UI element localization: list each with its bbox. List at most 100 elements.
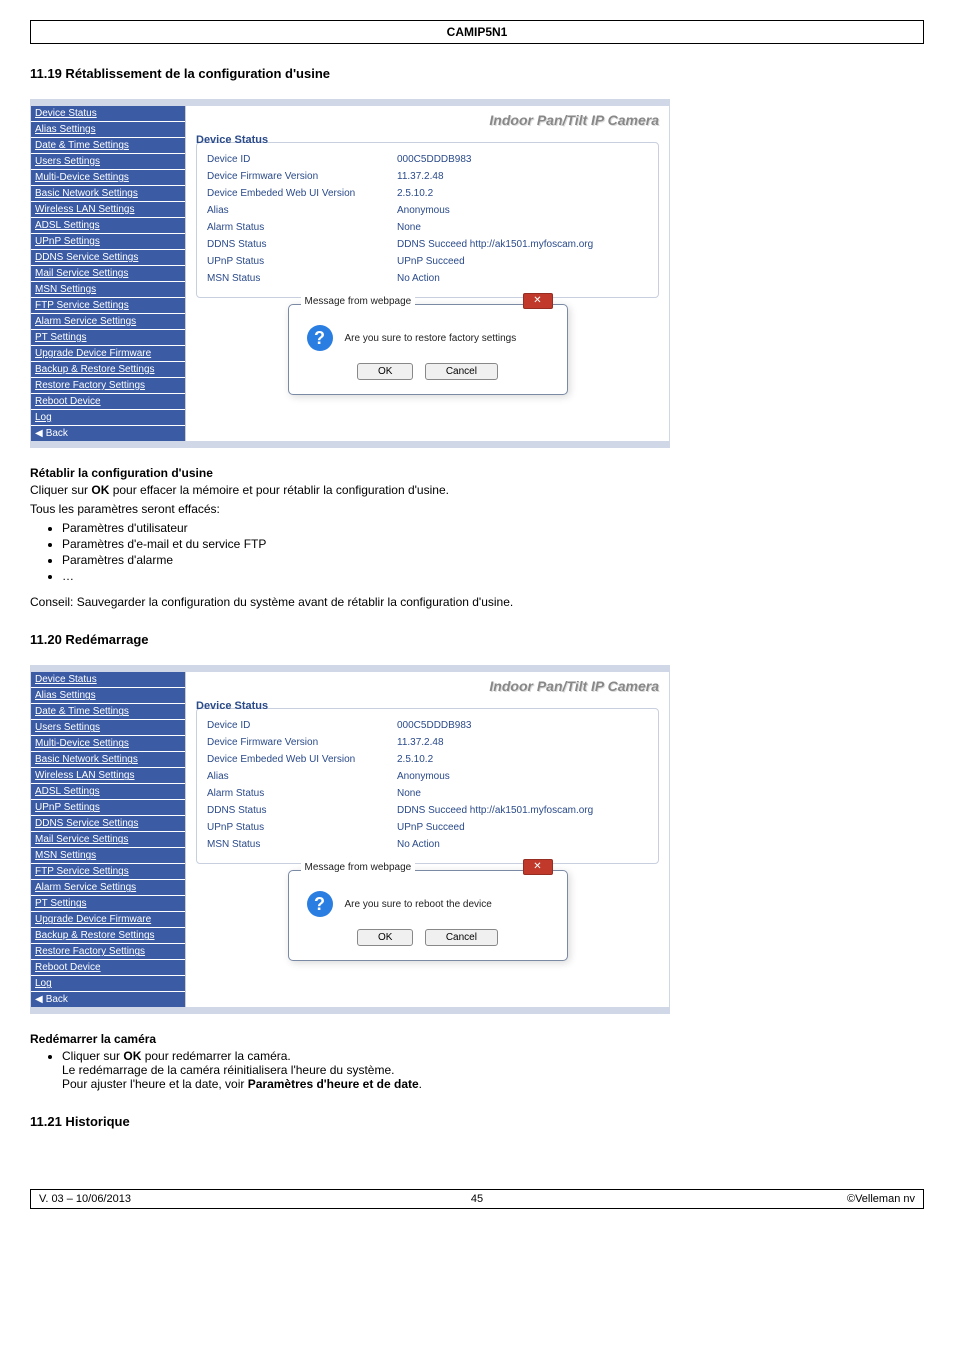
- row-val: 000C5DDDB983: [397, 720, 648, 731]
- sidebar-item-device-status[interactable]: Device Status: [31, 106, 185, 122]
- sidebar-item-alarm[interactable]: Alarm Service Settings: [31, 880, 185, 896]
- sidebar-item-upgrade-firmware[interactable]: Upgrade Device Firmware: [31, 346, 185, 362]
- sidebar-item-backup-restore[interactable]: Backup & Restore Settings: [31, 362, 185, 378]
- sidebar-back-label: Back: [46, 994, 68, 1005]
- sidebar-item-device-status[interactable]: Device Status: [31, 672, 185, 688]
- row-key: MSN Status: [207, 273, 397, 284]
- dialog-title: Message from webpage: [301, 862, 416, 873]
- main-panel: Indoor Pan/Tilt IP Camera Device Status …: [186, 672, 669, 1007]
- ok-button[interactable]: OK: [357, 929, 413, 946]
- main-panel: Indoor Pan/Tilt IP Camera Device Status …: [186, 106, 669, 441]
- row-val: DDNS Succeed http://ak1501.myfoscam.org: [397, 805, 648, 816]
- sidebar-item-wireless-lan[interactable]: Wireless LAN Settings: [31, 768, 185, 784]
- row-key: DDNS Status: [207, 805, 397, 816]
- sidebar-item-pt[interactable]: PT Settings: [31, 896, 185, 912]
- sidebar-item-adsl[interactable]: ADSL Settings: [31, 218, 185, 234]
- row-val: 2.5.10.2: [397, 188, 648, 199]
- sidebar: Device Status Alias Settings Date & Time…: [31, 106, 186, 441]
- table-row: MSN StatusNo Action: [207, 270, 648, 287]
- sidebar-item-backup-restore[interactable]: Backup & Restore Settings: [31, 928, 185, 944]
- ok-button[interactable]: OK: [357, 363, 413, 380]
- page-header-text: CAMIP5N1: [39, 25, 915, 39]
- section-11-20-title: 11.20 Redémarrage: [30, 632, 924, 647]
- sidebar-item-ftp[interactable]: FTP Service Settings: [31, 864, 185, 880]
- row-key: Device Embeded Web UI Version: [207, 754, 397, 765]
- dialog-close-icon[interactable]: ✕: [523, 859, 553, 875]
- row-key: Device Embeded Web UI Version: [207, 188, 397, 199]
- table-row: Device Firmware Version11.37.2.48: [207, 734, 648, 751]
- sidebar-item-pt[interactable]: PT Settings: [31, 330, 185, 346]
- reboot-heading: Redémarrer la caméra: [30, 1032, 924, 1046]
- sidebar-item-upnp[interactable]: UPnP Settings: [31, 234, 185, 250]
- table-row: AliasAnonymous: [207, 202, 648, 219]
- row-val: Anonymous: [397, 205, 648, 216]
- sidebar-item-restore-factory[interactable]: Restore Factory Settings: [31, 944, 185, 960]
- row-key: Alarm Status: [207, 222, 397, 233]
- sidebar-item-date-time[interactable]: Date & Time Settings: [31, 138, 185, 154]
- table-row: DDNS StatusDDNS Succeed http://ak1501.my…: [207, 802, 648, 819]
- confirm-dialog: Message from webpage ✕ ? Are you sure to…: [288, 304, 568, 395]
- sidebar-item-msn[interactable]: MSN Settings: [31, 848, 185, 864]
- row-val: 11.37.2.48: [397, 737, 648, 748]
- row-val: UPnP Succeed: [397, 822, 648, 833]
- row-val: DDNS Succeed http://ak1501.myfoscam.org: [397, 239, 648, 250]
- sidebar-item-adsl[interactable]: ADSL Settings: [31, 784, 185, 800]
- restore-desc2: Tous les paramètres seront effacés:: [30, 501, 924, 518]
- sidebar-item-upnp[interactable]: UPnP Settings: [31, 800, 185, 816]
- cancel-button[interactable]: Cancel: [425, 929, 498, 946]
- table-row: UPnP StatusUPnP Succeed: [207, 819, 648, 836]
- sidebar-item-alias-settings[interactable]: Alias Settings: [31, 122, 185, 138]
- sidebar-item-multi-device[interactable]: Multi-Device Settings: [31, 170, 185, 186]
- sidebar-item-ddns[interactable]: DDNS Service Settings: [31, 816, 185, 832]
- table-row: Alarm StatusNone: [207, 785, 648, 802]
- sidebar-item-reboot[interactable]: Reboot Device: [31, 960, 185, 976]
- sidebar-item-upgrade-firmware[interactable]: Upgrade Device Firmware: [31, 912, 185, 928]
- sidebar-item-users[interactable]: Users Settings: [31, 154, 185, 170]
- sidebar-item-mail[interactable]: Mail Service Settings: [31, 266, 185, 282]
- dialog-message: Are you sure to reboot the device: [345, 899, 492, 910]
- footer-right: ©Velleman nv: [623, 1193, 915, 1205]
- back-arrow-icon: ◀: [35, 428, 43, 439]
- restore-bullets: Paramètres d'utilisateur Paramètres d'e-…: [62, 520, 924, 584]
- sidebar-item-ftp[interactable]: FTP Service Settings: [31, 298, 185, 314]
- sidebar-item-log[interactable]: Log: [31, 976, 185, 992]
- sidebar-item-restore-factory[interactable]: Restore Factory Settings: [31, 378, 185, 394]
- sidebar-item-users[interactable]: Users Settings: [31, 720, 185, 736]
- row-key: MSN Status: [207, 839, 397, 850]
- sidebar-item-basic-network[interactable]: Basic Network Settings: [31, 186, 185, 202]
- table-row: MSN StatusNo Action: [207, 836, 648, 853]
- table-row: Device ID000C5DDDB983: [207, 151, 648, 168]
- sidebar-item-msn[interactable]: MSN Settings: [31, 282, 185, 298]
- sidebar-back[interactable]: ◀ Back: [31, 426, 185, 441]
- sidebar-back-label: Back: [46, 428, 68, 439]
- row-val: None: [397, 222, 648, 233]
- dialog-close-icon[interactable]: ✕: [523, 293, 553, 309]
- sidebar-item-multi-device[interactable]: Multi-Device Settings: [31, 736, 185, 752]
- sidebar-item-log[interactable]: Log: [31, 410, 185, 426]
- sidebar-item-alias-settings[interactable]: Alias Settings: [31, 688, 185, 704]
- cancel-button[interactable]: Cancel: [425, 363, 498, 380]
- sidebar-item-ddns[interactable]: DDNS Service Settings: [31, 250, 185, 266]
- row-val: None: [397, 788, 648, 799]
- reboot-bullets: Cliquer sur OK pour redémarrer la caméra…: [62, 1048, 924, 1092]
- list-item: …: [62, 568, 924, 584]
- sidebar-item-wireless-lan[interactable]: Wireless LAN Settings: [31, 202, 185, 218]
- row-key: DDNS Status: [207, 239, 397, 250]
- sidebar-item-mail[interactable]: Mail Service Settings: [31, 832, 185, 848]
- back-arrow-icon: ◀: [35, 994, 43, 1005]
- sidebar-back[interactable]: ◀ Back: [31, 992, 185, 1007]
- table-row: AliasAnonymous: [207, 768, 648, 785]
- row-val: No Action: [397, 273, 648, 284]
- restore-heading: Rétablir la configuration d'usine: [30, 466, 924, 480]
- sidebar-item-date-time[interactable]: Date & Time Settings: [31, 704, 185, 720]
- sidebar-item-basic-network[interactable]: Basic Network Settings: [31, 752, 185, 768]
- restore-tip: Conseil: Sauvegarder la configuration du…: [30, 594, 924, 611]
- row-val: 000C5DDDB983: [397, 154, 648, 165]
- confirm-dialog: Message from webpage ✕ ? Are you sure to…: [288, 870, 568, 961]
- sidebar-item-alarm[interactable]: Alarm Service Settings: [31, 314, 185, 330]
- device-status-box: Device ID000C5DDDB983 Device Firmware Ve…: [196, 708, 659, 864]
- row-key: Alias: [207, 771, 397, 782]
- row-val: 11.37.2.48: [397, 171, 648, 182]
- sidebar-item-reboot[interactable]: Reboot Device: [31, 394, 185, 410]
- table-row: Device ID000C5DDDB983: [207, 717, 648, 734]
